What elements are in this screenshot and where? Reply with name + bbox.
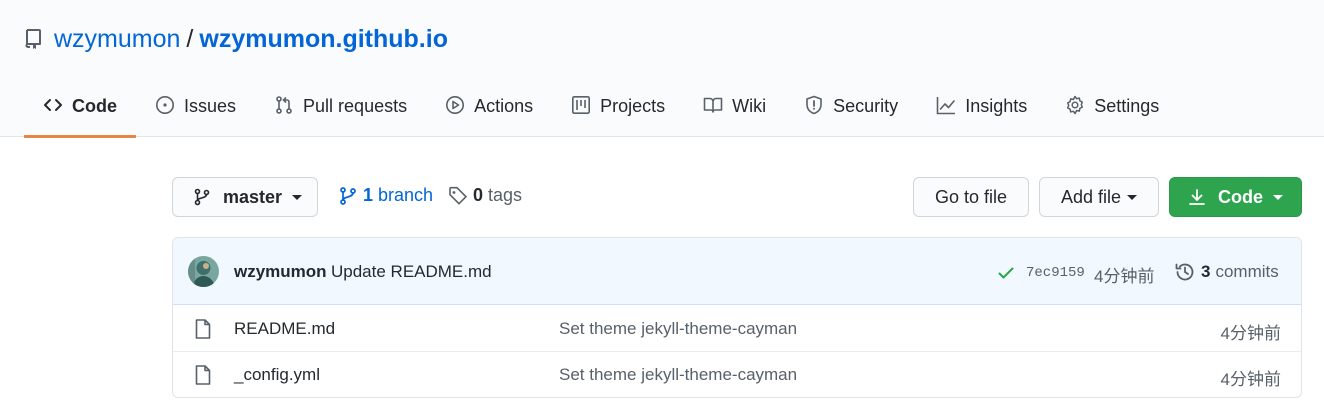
repo-title: wzymumon / wzymumon.github.io — [24, 24, 448, 54]
file-row: README.md Set theme jekyll-theme-cayman … — [173, 306, 1301, 352]
tab-pull-requests[interactable]: Pull requests — [255, 84, 426, 137]
repo-owner-link[interactable]: wzymumon — [54, 25, 180, 54]
code-download-button[interactable]: Code — [1169, 177, 1302, 217]
gear-icon — [1067, 95, 1084, 115]
file-browser: wzymumon Update README.md 7ec9159 4分钟前 3… — [172, 237, 1302, 398]
avatar[interactable] — [188, 256, 219, 287]
commit-count: 3 — [1201, 262, 1211, 281]
commit-age: 4分钟前 — [1094, 267, 1155, 286]
project-icon — [572, 95, 591, 114]
code-icon — [44, 99, 62, 111]
download-icon — [1189, 189, 1205, 205]
graph-icon — [936, 97, 956, 115]
commit-author-link[interactable]: wzymumon — [234, 262, 327, 282]
branch-name: master — [223, 186, 283, 207]
repo-name-link[interactable]: wzymumon.github.io — [199, 25, 448, 54]
tag-count: 0 — [473, 185, 484, 205]
tab-label: Issues — [184, 96, 237, 116]
tab-security[interactable]: Security — [785, 84, 917, 137]
tab-label: Actions — [474, 96, 534, 116]
repo-header: wzymumon / wzymumon.github.io Code Issue… — [0, 0, 1324, 138]
git-branch-icon — [194, 188, 210, 206]
tag-icon — [449, 186, 467, 204]
tab-label: Settings — [1094, 96, 1160, 116]
commits-link[interactable]: 3 commits — [1201, 262, 1279, 282]
file-commit-message-link[interactable]: Set theme jekyll-theme-cayman — [559, 365, 797, 385]
branches-link[interactable]: 1 branch — [338, 185, 433, 206]
branch-select-button[interactable]: master — [172, 177, 318, 217]
go-to-file-label: Go to file — [934, 186, 1008, 207]
file-age: 4分钟前 — [1220, 370, 1281, 389]
tab-settings[interactable]: Settings — [1046, 84, 1178, 137]
file-age: 4分钟前 — [1220, 324, 1281, 343]
repo-path-separator: / — [186, 24, 194, 53]
tab-actions[interactable]: Actions — [426, 84, 552, 137]
tab-code[interactable]: Code — [24, 84, 136, 138]
git-branch-icon — [340, 186, 356, 205]
tag-count-label: tags — [488, 185, 523, 205]
tab-label: Projects — [600, 96, 666, 116]
play-icon — [446, 96, 465, 114]
tab-insights[interactable]: Insights — [917, 84, 1046, 137]
go-to-file-button[interactable]: Go to file — [913, 177, 1029, 217]
commit-sha-link[interactable]: 7ec9159 — [1026, 265, 1085, 281]
chevron-down-icon — [292, 194, 303, 200]
latest-commit-bar: wzymumon Update README.md 7ec9159 4分钟前 3… — [173, 238, 1301, 305]
commit-message-link[interactable]: Update README.md — [331, 262, 492, 282]
history-icon[interactable] — [1174, 261, 1196, 283]
file-name-link[interactable]: _config.yml — [234, 365, 320, 385]
add-file-button[interactable]: Add file — [1039, 177, 1159, 217]
shield-icon — [806, 95, 822, 115]
book-icon — [703, 97, 723, 113]
check-icon[interactable] — [996, 263, 1016, 283]
tab-label: Pull requests — [303, 96, 408, 116]
tab-label: Insights — [965, 96, 1028, 116]
tags-link[interactable]: 0 tags — [448, 185, 522, 206]
code-button-label: Code — [1218, 186, 1263, 207]
file-row: _config.yml Set theme jekyll-theme-cayma… — [173, 352, 1301, 397]
chevron-down-icon — [1273, 194, 1283, 200]
repo-tabs: Code Issues Pull requests Actions Projec… — [24, 84, 1178, 138]
file-icon — [195, 319, 211, 339]
repo-icon — [24, 29, 42, 49]
chevron-down-icon — [1127, 194, 1138, 200]
file-icon — [195, 365, 211, 385]
git-pull-request-icon — [276, 96, 292, 114]
tab-wiki[interactable]: Wiki — [684, 84, 785, 137]
file-commit-message-link[interactable]: Set theme jekyll-theme-cayman — [559, 319, 797, 339]
tab-label: Wiki — [732, 96, 767, 116]
add-file-label: Add file — [1060, 186, 1122, 207]
file-name-link[interactable]: README.md — [234, 319, 335, 339]
tab-projects[interactable]: Projects — [552, 84, 684, 137]
tab-label: Code — [72, 96, 117, 116]
branch-count: 1 — [363, 185, 374, 205]
commit-count-label: commits — [1215, 262, 1279, 281]
tab-label: Security — [833, 96, 899, 116]
issue-opened-icon — [156, 96, 174, 114]
tab-issues[interactable]: Issues — [136, 84, 255, 137]
branch-count-label: branch — [378, 185, 434, 205]
